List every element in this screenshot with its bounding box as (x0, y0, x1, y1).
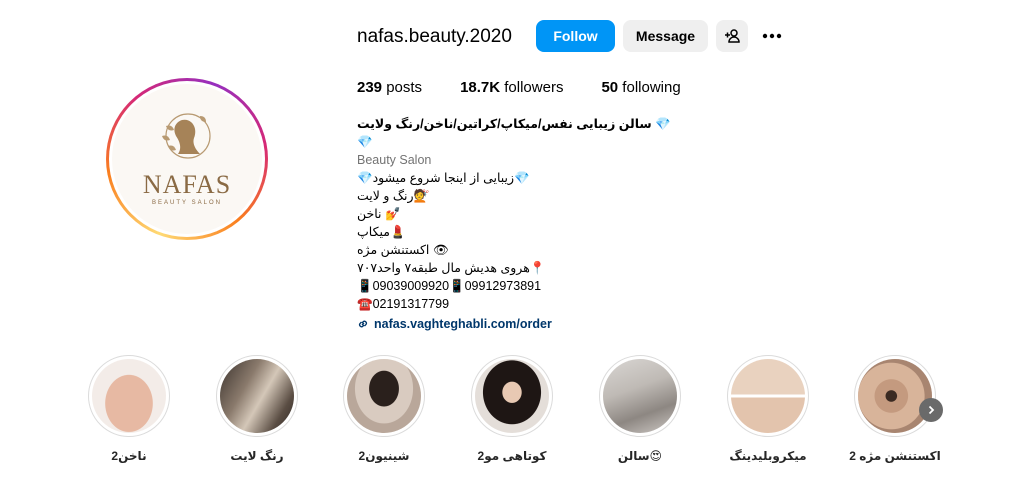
profile-stats: 239 posts 18.7K followers 50 following (357, 79, 719, 96)
posts-stat: 239 posts (357, 79, 422, 96)
link-icon (358, 320, 368, 328)
following-count: 50 (601, 79, 619, 96)
bio-name: 💎 سالن زیبایی نفس/میکاپ/کراتین/ناخن/رنگ … (357, 117, 671, 149)
highlight-cover-image (858, 359, 932, 433)
highlight-cover-image (220, 359, 294, 433)
avatar-inner: NAFAS BEAUTY SALON (109, 81, 265, 237)
highlight-item[interactable]: ناخن2 (79, 355, 179, 463)
followers-label: followers (500, 79, 564, 96)
following-label: following (618, 79, 681, 96)
highlight-cover-image (731, 359, 805, 433)
posts-count: 239 (357, 79, 383, 96)
highlight-cover-image (347, 359, 421, 433)
highlight-ring (599, 355, 681, 437)
highlight-ring (343, 355, 425, 437)
followers-stat[interactable]: 18.7K followers (460, 79, 563, 96)
more-options-button[interactable] (760, 24, 784, 48)
highlight-label: کوتاهی مو2 (477, 449, 547, 463)
highlight-cover-image (603, 359, 677, 433)
highlight-cover-image (475, 359, 549, 433)
profile-avatar[interactable]: NAFAS BEAUTY SALON (106, 78, 268, 240)
chevron-right-icon (928, 405, 935, 415)
highlight-item[interactable]: شینیون2 (334, 355, 434, 463)
highlight-item[interactable]: کوتاهی مو2 (462, 355, 562, 463)
highlight-label: ناخن2 (111, 449, 147, 463)
highlight-ring (727, 355, 809, 437)
highlight-label: سالن😍 (617, 449, 663, 463)
add-user-icon (725, 29, 740, 43)
bio-line: 📱09039009920📱09912973891 (357, 279, 542, 293)
bio-line: 💇رنگ و لایت (357, 189, 430, 203)
highlight-label: شینیون2 (358, 449, 410, 463)
highlight-item[interactable]: سالن😍 (590, 355, 690, 463)
follow-button[interactable]: Follow (536, 20, 615, 52)
highlight-item[interactable]: رنگ لایت (207, 355, 307, 463)
suggested-users-button[interactable] (716, 20, 748, 52)
highlight-cover-image (92, 359, 166, 433)
highlight-label: میکروبلیدینگ (729, 449, 807, 463)
highlight-label: رنگ لایت (230, 449, 284, 463)
posts-label: posts (382, 79, 423, 96)
logo-subtext: BEAUTY SALON (152, 200, 222, 206)
salon-logo-icon (162, 113, 211, 159)
bio-line: 👁 اکستنشن مژه (357, 243, 449, 257)
bio-website-link[interactable]: nafas.vaghteghabli.com/order (357, 315, 677, 333)
profile-bio: 💎 سالن زیبایی نفس/میکاپ/کراتین/ناخن/رنگ … (357, 115, 677, 333)
highlight-label: اکستنشن مژه 2 (849, 449, 941, 463)
highlight-ring (88, 355, 170, 437)
bio-line: 💄میکاپ (357, 225, 406, 239)
story-highlights: اکستنشن مژه 2 میکروبلیدینگ سالن😍 کوتاهی … (0, 355, 1024, 475)
logo-text: NAFAS (142, 170, 232, 199)
avatar-logo: NAFAS BEAUTY SALON (112, 84, 262, 234)
message-button[interactable]: Message (623, 20, 708, 52)
highlight-ring (854, 355, 936, 437)
highlight-ring (216, 355, 298, 437)
followers-count: 18.7K (460, 79, 501, 96)
highlight-item[interactable]: میکروبلیدینگ (718, 355, 818, 463)
bio-line: ☎️02191317799 (357, 297, 450, 311)
highlight-ring (471, 355, 553, 437)
bio-line: 📍هروی هدیش مال طبقه۷ واحد۷۰۷ (357, 261, 546, 275)
bio-line: 💅 ناخن (357, 207, 401, 221)
more-dots-icon (762, 33, 782, 39)
bio-link-text: nafas.vaghteghabli.com/order (374, 317, 552, 331)
following-stat[interactable]: 50 following (601, 79, 680, 96)
highlights-next-button[interactable] (919, 398, 943, 422)
bio-line: 💎زیبایی از اینجا شروع میشود💎 (357, 171, 530, 185)
bio-category: Beauty Salon (357, 153, 432, 167)
profile-username: nafas.beauty.2020 (357, 26, 512, 47)
